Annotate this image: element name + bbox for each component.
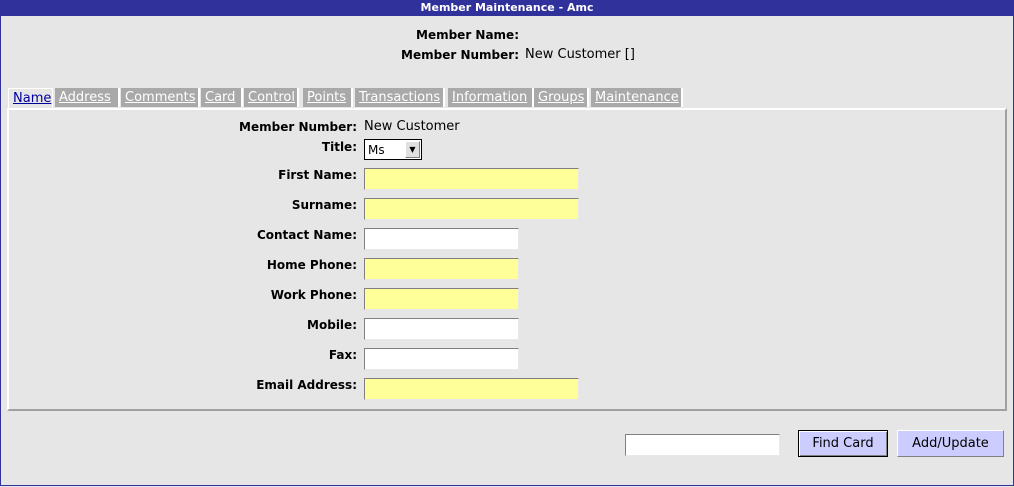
contact-name-label: Contact Name: — [256, 228, 357, 242]
member-name-label: Member Name: — [416, 28, 519, 42]
card-search-input[interactable] — [625, 434, 780, 456]
tab-control[interactable]: Control — [244, 88, 299, 107]
home-phone-label: Home Phone: — [266, 258, 357, 272]
home-phone-input[interactable] — [364, 258, 519, 280]
member-number-field-label: Member Number: — [239, 120, 357, 134]
title-select-value: Ms — [368, 143, 385, 157]
tab-transactions[interactable]: Transactions — [355, 88, 445, 107]
title-select[interactable]: Ms ▼ — [364, 139, 422, 160]
surname-input[interactable] — [364, 198, 579, 220]
tab-card[interactable]: Card — [201, 88, 243, 107]
first-name-label: First Name: — [278, 168, 357, 182]
tab-maintenance[interactable]: Maintenance — [591, 88, 683, 107]
contact-name-input[interactable] — [364, 228, 519, 250]
fax-label: Fax: — [328, 348, 357, 362]
mobile-input[interactable] — [364, 318, 519, 340]
member-number-value: New Customer [] — [525, 47, 635, 62]
title-label: Title: — [321, 140, 357, 154]
work-phone-label: Work Phone: — [270, 288, 357, 302]
chevron-down-icon[interactable]: ▼ — [405, 141, 420, 158]
tab-points[interactable]: Points — [303, 88, 353, 107]
email-input[interactable] — [364, 378, 579, 400]
mobile-label: Mobile: — [307, 318, 357, 332]
first-name-input[interactable] — [364, 168, 579, 190]
add-update-button[interactable]: Add/Update — [897, 430, 1004, 457]
find-card-button[interactable]: Find Card — [798, 430, 888, 457]
member-number-label: Member Number: — [401, 48, 519, 62]
email-label: Email Address: — [256, 378, 357, 392]
member-number-field-value: New Customer — [364, 119, 460, 134]
tab-comments[interactable]: Comments — [121, 88, 200, 107]
tab-name[interactable]: Name — [8, 88, 53, 109]
work-phone-input[interactable] — [364, 288, 519, 310]
fax-input[interactable] — [364, 348, 519, 370]
tab-address[interactable]: Address — [55, 88, 120, 107]
surname-label: Surname: — [291, 198, 357, 212]
tab-information[interactable]: Information — [448, 88, 534, 107]
tab-groups[interactable]: Groups — [534, 88, 589, 107]
window-title: Member Maintenance - Amc — [0, 0, 1014, 16]
